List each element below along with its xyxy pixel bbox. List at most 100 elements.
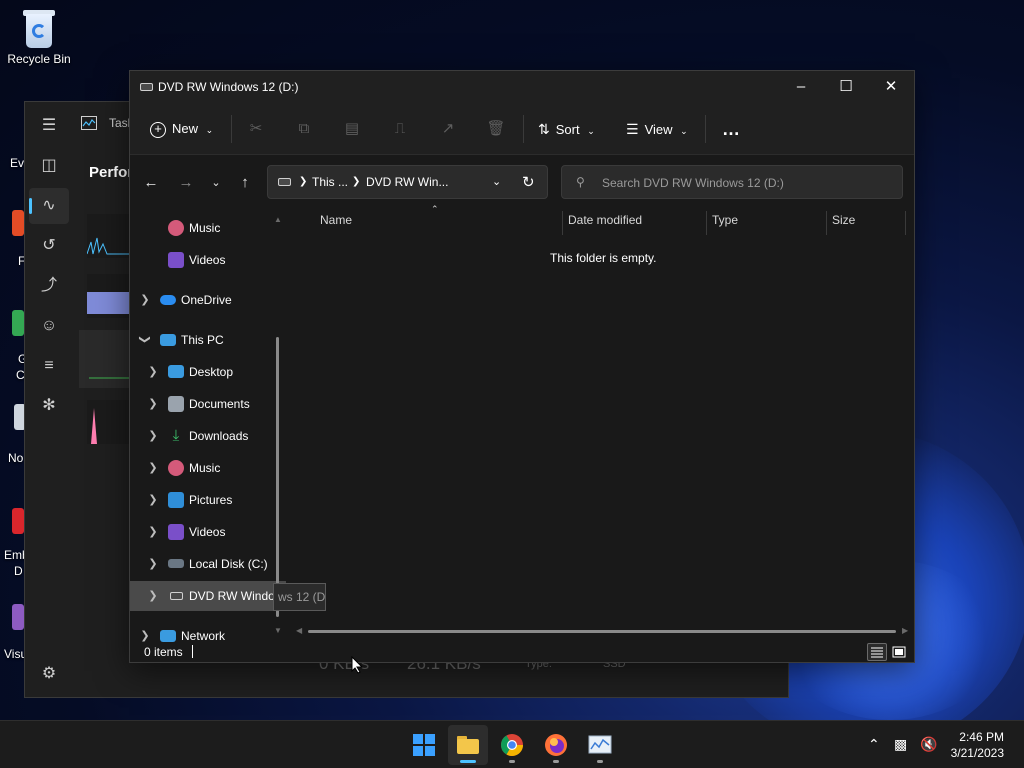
nav-item-pictures[interactable]: ❯ Pictures [130, 485, 286, 515]
processes-icon[interactable]: ◫ [37, 154, 61, 178]
column-header-size[interactable]: Size [832, 213, 855, 227]
column-divider[interactable] [826, 211, 827, 235]
nav-item-this-pc[interactable]: ❯ This PC [130, 325, 286, 355]
taskbar-firefox[interactable] [536, 725, 576, 765]
download-arrow-icon: ⤓ [172, 427, 180, 444]
navigation-pane: Music Videos ❯ OneDrive ❯ This PC ❯ Desk… [130, 207, 290, 645]
taskbar-file-explorer[interactable] [448, 725, 488, 765]
address-bar[interactable]: ❯ This ... ❯ DVD RW Win... ⌄ ↻ [267, 165, 548, 199]
nav-pane-scrollbar[interactable] [276, 337, 279, 617]
sort-icon: ⇅ [538, 121, 550, 137]
close-button[interactable]: ✕ [868, 71, 914, 103]
task-manager-rail: ☰ ◫ ∿ ↺ ⤴ ☺ ≡ ✻ ⚙ [25, 102, 73, 697]
large-icons-view-button[interactable] [889, 643, 909, 661]
nav-item-downloads[interactable]: ❯ ⤓ Downloads [130, 421, 286, 451]
expand-chevron-icon[interactable]: ❯ [146, 365, 160, 378]
nav-item-onedrive[interactable]: ❯ OneDrive [130, 285, 286, 315]
file-explorer-window[interactable]: DVD RW Windows 12 (D:) – ☐ ✕ + New ⌄ ✂ ⧉ … [129, 70, 915, 663]
expand-chevron-icon[interactable]: ❯ [146, 397, 160, 410]
column-divider[interactable] [706, 211, 707, 235]
users-icon[interactable]: ☺ [37, 314, 61, 338]
nav-item-videos[interactable]: ❯ Videos [130, 517, 286, 547]
minimize-button[interactable]: – [778, 71, 824, 103]
taskbar-task-manager[interactable] [580, 725, 620, 765]
column-divider[interactable] [562, 211, 563, 235]
content-horizontal-scrollbar[interactable] [308, 630, 896, 633]
expand-chevron-icon[interactable]: ❯ [146, 493, 160, 506]
expand-chevron-icon[interactable]: ❯ [146, 461, 160, 474]
services-icon[interactable]: ✻ [37, 394, 61, 418]
expand-chevron-icon[interactable]: ❯ [146, 589, 160, 602]
column-header-name[interactable]: Name [320, 213, 352, 227]
scroll-left-arrow-icon[interactable]: ◀ [296, 626, 302, 635]
hamburger-menu-icon[interactable]: ☰ [37, 114, 61, 138]
nav-item-desktop[interactable]: ❯ Desktop [130, 357, 286, 387]
expand-chevron-icon[interactable]: ❯ [146, 557, 160, 570]
volume-muted-icon[interactable]: 🔇 [920, 736, 937, 753]
expand-chevron-icon[interactable]: ❯ [138, 293, 152, 306]
settings-gear-icon[interactable]: ⚙ [37, 662, 61, 686]
see-more-button[interactable]: … [722, 115, 740, 143]
column-header-date-modified[interactable]: Date modified [568, 213, 642, 227]
chrome-shortcut-icon[interactable] [12, 310, 24, 336]
refresh-icon[interactable]: ↻ [522, 173, 535, 191]
show-hidden-icons-chevron-icon[interactable]: ⌃ [868, 736, 880, 753]
clock[interactable]: 2:46 PM 3/21/2023 [951, 729, 1004, 761]
rename-icon[interactable]: ⎍ [390, 119, 410, 139]
taskbar-chrome[interactable] [492, 725, 532, 765]
new-button[interactable]: + New ⌄ [150, 115, 213, 143]
expand-chevron-icon[interactable]: ❯ [146, 525, 160, 538]
cut-icon[interactable]: ✂ [246, 119, 266, 139]
nav-item-music[interactable]: ❯ Music [130, 453, 286, 483]
details-icon[interactable]: ≡ [37, 354, 61, 378]
nav-item-local-disk[interactable]: ❯ Local Disk (C:) [130, 549, 286, 579]
delete-icon[interactable]: 🗑 [486, 119, 506, 139]
scroll-down-arrow-icon[interactable]: ▼ [274, 626, 282, 635]
column-divider[interactable] [905, 211, 906, 235]
view-button[interactable]: ☰ View ⌄ [626, 115, 688, 143]
sort-button[interactable]: ⇅ Sort ⌄ [538, 115, 595, 143]
recent-locations-chevron-icon[interactable]: ⌄ [204, 171, 228, 195]
embarcadero-shortcut-icon[interactable] [12, 508, 24, 534]
nav-item-dvd-drive[interactable]: ❯ DVD RW Windows 12 (D:) [130, 581, 290, 611]
videos-icon [168, 252, 184, 268]
details-view-button[interactable] [867, 643, 887, 661]
collapse-chevron-icon[interactable]: ❯ [139, 333, 152, 347]
address-history-chevron-icon[interactable]: ⌄ [492, 175, 501, 188]
expand-chevron-icon[interactable]: ❯ [146, 429, 160, 442]
visual-studio-shortcut-icon[interactable] [12, 604, 24, 630]
network-status-icon[interactable]: ▩ [894, 736, 907, 753]
back-arrow-icon[interactable]: ← [139, 171, 163, 195]
breadcrumb-dvd-drive[interactable]: DVD RW Win... [366, 175, 448, 189]
memory-graph-thumbnail[interactable] [87, 274, 129, 318]
maximize-button[interactable]: ☐ [823, 71, 869, 103]
start-button[interactable] [404, 725, 444, 765]
app-history-icon[interactable]: ↺ [37, 234, 61, 258]
column-header-type[interactable]: Type [712, 213, 738, 227]
scroll-right-arrow-icon[interactable]: ▶ [902, 626, 908, 635]
status-divider [192, 645, 193, 658]
title-bar[interactable]: DVD RW Windows 12 (D:) – ☐ ✕ [130, 71, 914, 103]
onedrive-cloud-icon [160, 295, 176, 305]
nav-item-videos-quick[interactable]: Videos [130, 245, 286, 275]
app-shortcut-icon[interactable] [12, 210, 24, 236]
nav-item-music-quick[interactable]: Music [130, 213, 286, 243]
disk-graph-thumbnail-selected[interactable] [79, 330, 129, 388]
desktop-label-fragment: No [8, 451, 24, 465]
ethernet-graph-thumbnail[interactable] [87, 400, 129, 444]
startup-apps-icon[interactable]: ⤴ [37, 274, 61, 298]
share-icon[interactable]: ↗ [438, 119, 458, 139]
search-icon: ⚲ [576, 175, 585, 189]
scroll-up-arrow-icon[interactable]: ▲ [274, 215, 282, 224]
windows-logo-icon [413, 734, 435, 756]
nav-item-label: Videos [189, 253, 226, 267]
copy-icon[interactable]: ⧉ [294, 119, 314, 139]
paste-icon[interactable]: ▤ [342, 119, 362, 139]
breadcrumb-this-pc[interactable]: This ... [312, 175, 348, 189]
search-box[interactable]: ⚲ Search DVD RW Windows 12 (D:) [561, 165, 903, 199]
recycle-bin-shortcut[interactable]: Recycle Bin [1, 8, 77, 66]
forward-arrow-icon[interactable]: → [174, 171, 198, 195]
up-arrow-icon[interactable]: ↑ [233, 171, 257, 195]
cpu-graph-thumbnail[interactable] [86, 214, 129, 258]
nav-item-documents[interactable]: ❯ Documents [130, 389, 286, 419]
